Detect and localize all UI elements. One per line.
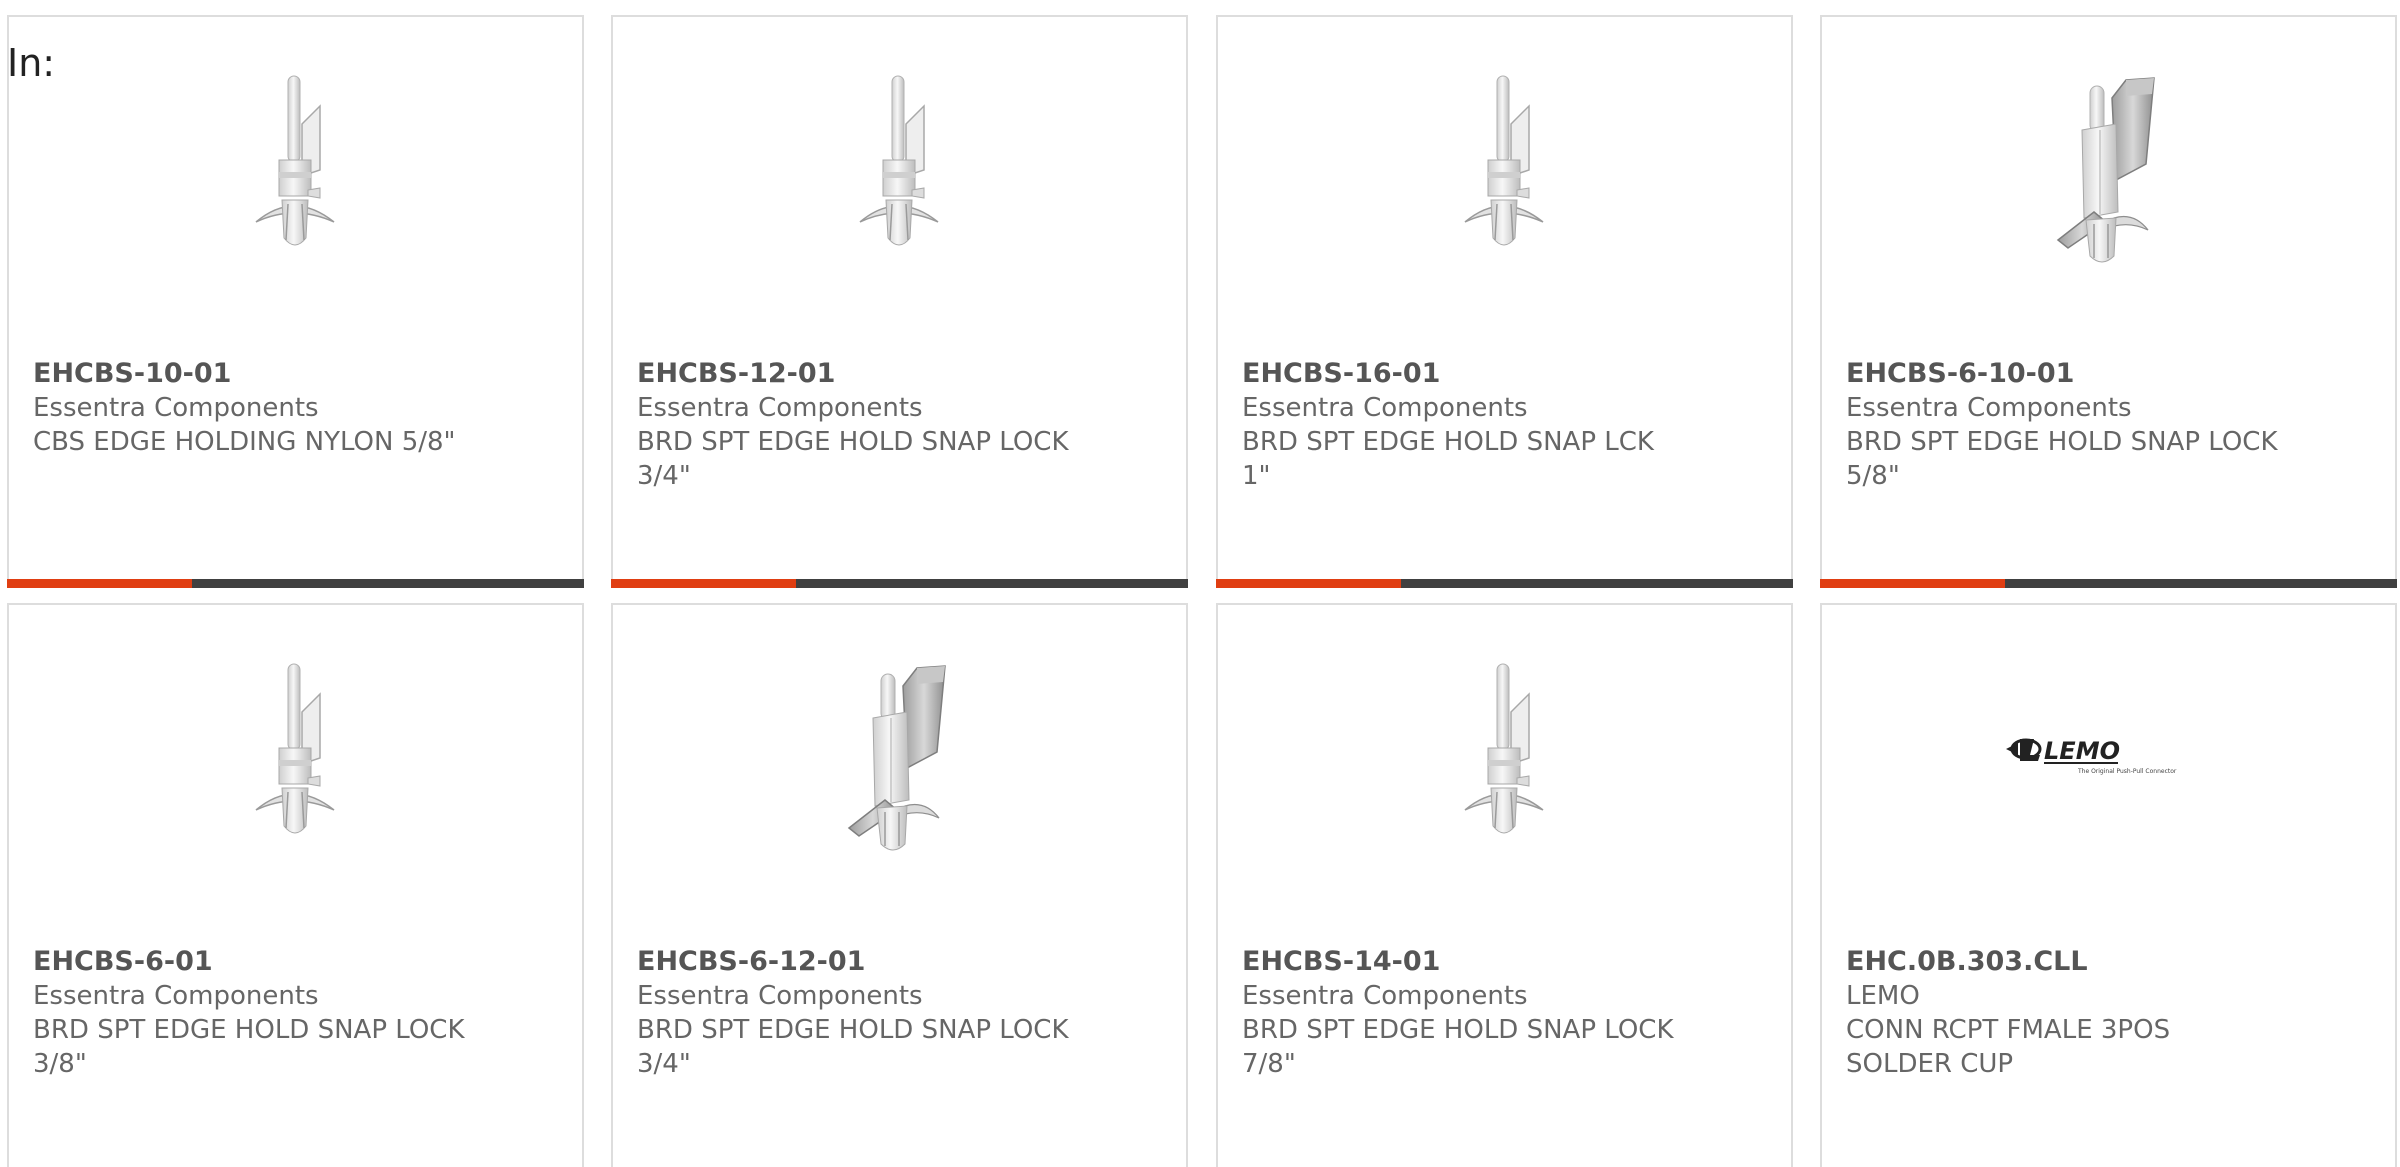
- edge-holder-wide-icon: [2054, 72, 2164, 272]
- progress-bar: [611, 579, 1188, 588]
- product-description: BRD SPT EDGE HOLD SNAP LOCK: [33, 1015, 465, 1045]
- product-info: EHCBS-6-10-01 Essentra Components BRD SP…: [1846, 357, 2375, 493]
- product-description-cont: 3/8": [33, 1049, 87, 1079]
- edge-holder-icon: [246, 72, 346, 262]
- manufacturer-name: Essentra Components: [1846, 393, 2132, 423]
- product-description: CBS EDGE HOLDING NYLON 5/8": [33, 427, 456, 457]
- product-image[interactable]: [613, 72, 1186, 262]
- product-description-cont: 5/8": [1846, 461, 1900, 491]
- manufacturer-name: Essentra Components: [1242, 981, 1528, 1011]
- product-card[interactable]: LEMO The Original Push-Pull Connector EH…: [1820, 603, 2397, 1167]
- part-number-link[interactable]: EHCBS-14-01: [1242, 945, 1771, 979]
- product-info: EHCBS-6-12-01 Essentra Components BRD SP…: [637, 945, 1166, 1081]
- edge-holder-icon: [1455, 660, 1555, 850]
- product-info: EHCBS-16-01 Essentra Components BRD SPT …: [1242, 357, 1771, 493]
- product-card[interactable]: EHCBS-6-12-01 Essentra Components BRD SP…: [611, 603, 1188, 1167]
- product-card[interactable]: EHCBS-12-01 Essentra Components BRD SPT …: [611, 15, 1188, 588]
- edge-holder-icon: [246, 660, 346, 850]
- progress-bar: [1820, 579, 2397, 588]
- product-description-cont: 7/8": [1242, 1049, 1296, 1079]
- part-number-link[interactable]: EHCBS-16-01: [1242, 357, 1771, 391]
- product-info: EHCBS-14-01 Essentra Components BRD SPT …: [1242, 945, 1771, 1081]
- product-description: BRD SPT EDGE HOLD SNAP LOCK: [1242, 1015, 1674, 1045]
- part-number-link[interactable]: EHCBS-6-12-01: [637, 945, 1166, 979]
- product-card[interactable]: EHCBS-6-10-01 Essentra Components BRD SP…: [1820, 15, 2397, 588]
- product-image[interactable]: [9, 72, 582, 262]
- product-description: BRD SPT EDGE HOLD SNAP LCK: [1242, 427, 1654, 457]
- svg-text:LEMO: LEMO: [2044, 737, 2120, 765]
- product-grid-page: In: EHCBS-10-01 Essentra Components CBS …: [0, 0, 2400, 1167]
- product-description-cont: 3/4": [637, 1049, 691, 1079]
- product-card[interactable]: EHCBS-10-01 Essentra Components CBS EDGE…: [7, 15, 584, 588]
- manufacturer-name: Essentra Components: [33, 981, 319, 1011]
- product-image[interactable]: LEMO The Original Push-Pull Connector: [1822, 660, 2395, 850]
- product-card[interactable]: EHCBS-14-01 Essentra Components BRD SPT …: [1216, 603, 1793, 1167]
- progress-bar: [7, 579, 584, 588]
- product-description: BRD SPT EDGE HOLD SNAP LOCK: [637, 427, 1069, 457]
- product-card[interactable]: EHCBS-6-01 Essentra Components BRD SPT E…: [7, 603, 584, 1167]
- product-info: EHCBS-12-01 Essentra Components BRD SPT …: [637, 357, 1166, 493]
- manufacturer-name: Essentra Components: [1242, 393, 1528, 423]
- progress-bar-fill: [7, 579, 192, 588]
- edge-holder-icon: [850, 72, 950, 262]
- part-number-link[interactable]: EHCBS-6-10-01: [1846, 357, 2375, 391]
- product-image[interactable]: [1218, 72, 1791, 262]
- product-description-cont: 1": [1242, 461, 1271, 491]
- progress-bar-fill: [1820, 579, 2005, 588]
- edge-holder-icon: [1455, 72, 1555, 262]
- product-description-cont: 3/4": [637, 461, 691, 491]
- manufacturer-name: Essentra Components: [637, 393, 923, 423]
- manufacturer-name: Essentra Components: [637, 981, 923, 1011]
- part-number-link[interactable]: EHCBS-12-01: [637, 357, 1166, 391]
- part-number-link[interactable]: EHCBS-6-01: [33, 945, 562, 979]
- manufacturer-name: LEMO: [1846, 981, 1920, 1011]
- progress-bar-fill: [611, 579, 796, 588]
- product-card[interactable]: EHCBS-16-01 Essentra Components BRD SPT …: [1216, 15, 1793, 588]
- product-info: EHCBS-6-01 Essentra Components BRD SPT E…: [33, 945, 562, 1081]
- lemo-logo: LEMO The Original Push-Pull Connector: [2005, 737, 2177, 775]
- product-description: BRD SPT EDGE HOLD SNAP LOCK: [1846, 427, 2278, 457]
- product-info: EHC.0B.303.CLL LEMO CONN RCPT FMALE 3POS…: [1846, 945, 2375, 1081]
- product-description: CONN RCPT FMALE 3POS: [1846, 1015, 2171, 1045]
- product-image[interactable]: [9, 660, 582, 850]
- part-number-link[interactable]: EHCBS-10-01: [33, 357, 562, 391]
- product-description-cont: SOLDER CUP: [1846, 1049, 2014, 1079]
- product-info: EHCBS-10-01 Essentra Components CBS EDGE…: [33, 357, 562, 459]
- product-description: BRD SPT EDGE HOLD SNAP LOCK: [637, 1015, 1069, 1045]
- manufacturer-name: Essentra Components: [33, 393, 319, 423]
- progress-bar: [1216, 579, 1793, 588]
- product-image[interactable]: [1822, 72, 2395, 262]
- edge-holder-wide-icon: [845, 660, 955, 860]
- product-image[interactable]: [613, 660, 1186, 850]
- part-number-link[interactable]: EHC.0B.303.CLL: [1846, 945, 2375, 979]
- svg-text:The Original Push-Pull Connect: The Original Push-Pull Connector: [2077, 768, 2177, 775]
- product-image[interactable]: [1218, 660, 1791, 850]
- progress-bar-fill: [1216, 579, 1401, 588]
- filter-in-label: In:: [7, 41, 56, 85]
